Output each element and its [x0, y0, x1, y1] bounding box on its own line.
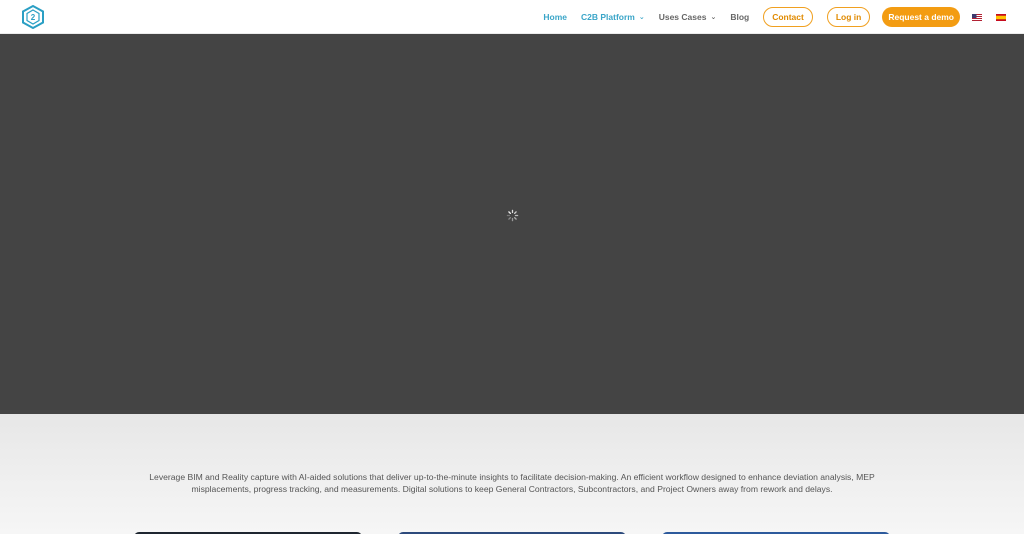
- nav-home[interactable]: Home: [543, 12, 567, 22]
- nav-c2b-platform-label: C2B Platform: [580, 12, 635, 22]
- nav-uses-cases[interactable]: Uses Cases ⌄: [659, 12, 717, 22]
- loading-spinner-icon: [506, 209, 519, 222]
- nav-blog-label: Blog: [730, 12, 750, 22]
- hero-video-area[interactable]: [0, 34, 1024, 414]
- svg-text:2: 2: [31, 13, 36, 22]
- nav-uses-cases-label: Uses Cases: [658, 12, 707, 22]
- intro-text: Leverage BIM and Reality capture with AI…: [149, 472, 875, 494]
- contact-button[interactable]: Contact: [763, 7, 813, 27]
- c2b-logo-icon[interactable]: 2: [22, 5, 44, 29]
- nav-home-label: Home: [543, 12, 567, 22]
- site-header: 2 Home C2B Platform ⌄ Uses Cases ⌄ Blog …: [0, 0, 1024, 34]
- main-nav: Home C2B Platform ⌄ Uses Cases ⌄ Blog Co…: [529, 0, 1006, 34]
- intro-section: Leverage BIM and Reality capture with AI…: [0, 414, 1024, 534]
- request-demo-button[interactable]: Request a demo: [882, 7, 960, 27]
- chevron-down-icon: ⌄: [638, 14, 645, 21]
- nav-c2b-platform[interactable]: C2B Platform ⌄: [581, 12, 645, 22]
- us-flag-icon[interactable]: [972, 13, 982, 21]
- nav-blog[interactable]: Blog: [730, 12, 749, 22]
- login-button[interactable]: Log in: [826, 7, 871, 27]
- chevron-down-icon: ⌄: [710, 14, 717, 21]
- es-flag-icon[interactable]: [996, 13, 1006, 21]
